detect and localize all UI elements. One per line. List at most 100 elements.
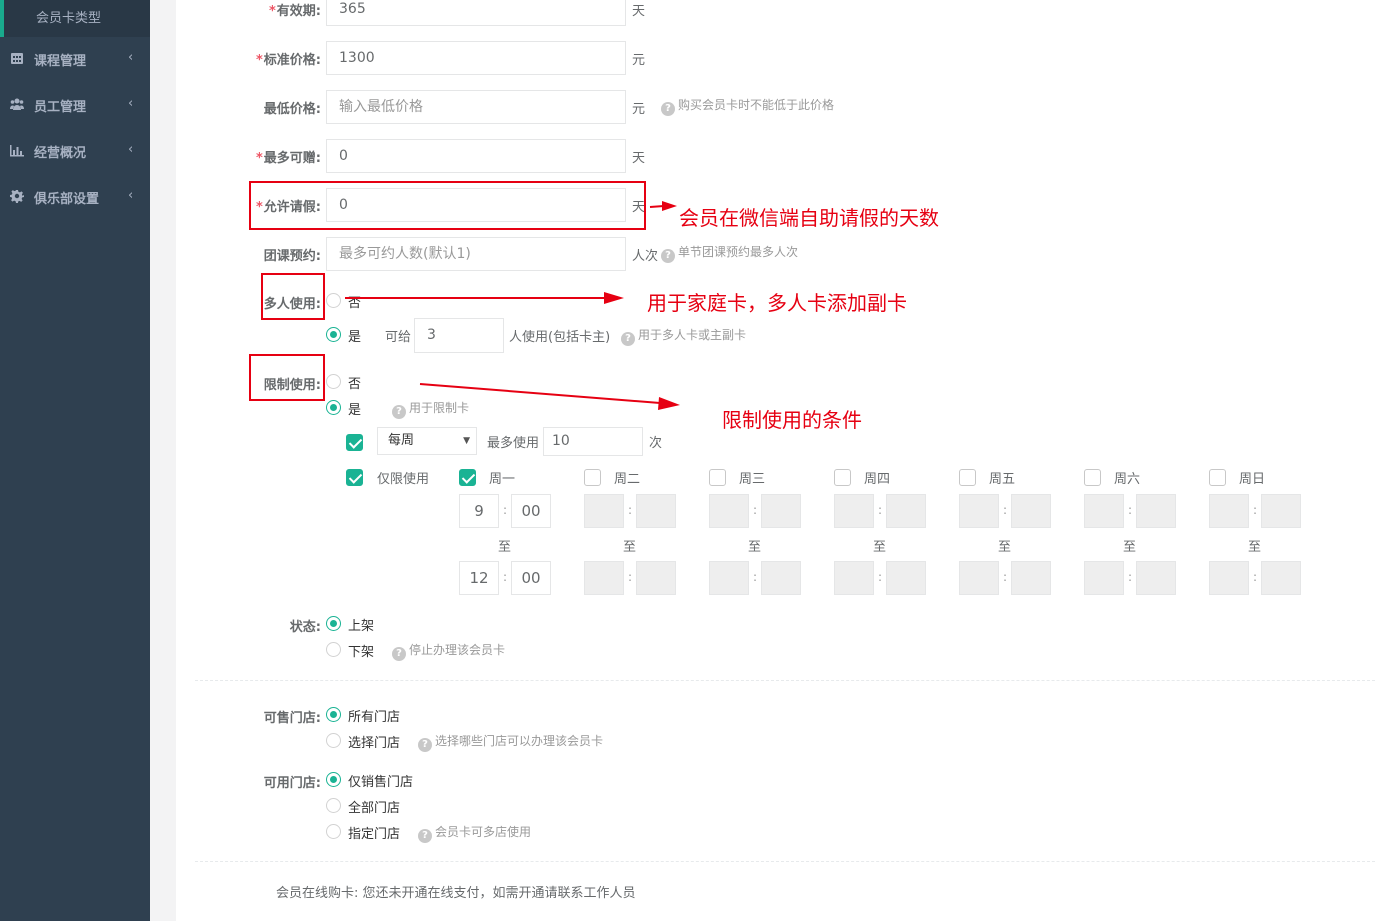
start-minute-input[interactable]: 00 (511, 494, 551, 528)
min-price-input[interactable]: 输入最低价格 (326, 90, 626, 124)
end-minute-input[interactable] (1261, 561, 1301, 595)
gear-icon (10, 190, 24, 203)
use-stores-specific-radio[interactable] (326, 824, 341, 839)
sale-stores-all-text: 所有门店 (348, 710, 401, 725)
question-icon: ? (392, 405, 406, 419)
sidebar-item-business[interactable]: 经营概况 ‹ (0, 136, 150, 166)
multi-user-give-label: 可给 (385, 330, 412, 345)
time-range-to-label: 至 (1248, 540, 1262, 555)
start-minute-input[interactable] (636, 494, 676, 528)
weekday-checkbox[interactable] (1209, 469, 1226, 486)
end-minute-input[interactable] (1011, 561, 1051, 595)
end-minute-input[interactable] (1136, 561, 1176, 595)
max-use-unit: 次 (649, 436, 663, 451)
end-minute-input[interactable] (761, 561, 801, 595)
only-days-checkbox[interactable] (346, 469, 363, 486)
status-off-radio[interactable] (326, 642, 341, 657)
standard-price-input[interactable]: 1300 (326, 41, 626, 75)
restrict-no-radio[interactable] (326, 374, 341, 389)
end-hour-input[interactable] (1209, 561, 1249, 595)
start-minute-input[interactable] (1261, 494, 1301, 528)
weekday-label: 周三 (739, 472, 766, 487)
time-separator: : (753, 503, 758, 517)
chevron-left-icon: ‹ (128, 96, 134, 111)
restrict-no-text: 否 (348, 377, 362, 392)
max-gift-input[interactable]: 0 (326, 139, 626, 173)
group-booking-help: ? 单节团课预约最多人次 (661, 244, 798, 263)
bar-chart-icon (10, 145, 24, 157)
multi-user-no-radio[interactable] (326, 293, 341, 308)
start-hour-input[interactable] (1084, 494, 1124, 528)
period-checkbox[interactable] (346, 434, 363, 451)
max-use-input[interactable]: 10 (543, 427, 643, 456)
multi-user-yes-text: 是 (348, 330, 362, 345)
group-booking-unit: 人次 (632, 249, 659, 264)
sidebar-item-courses[interactable]: 课程管理 ‹ (0, 44, 150, 74)
standard-price-label: *标准价格: (255, 53, 321, 68)
chevron-left-icon: ‹ (128, 50, 134, 65)
end-minute-input[interactable] (886, 561, 926, 595)
start-hour-input[interactable] (709, 494, 749, 528)
restrict-help: ? 用于限制卡 (392, 400, 469, 419)
end-hour-input[interactable] (959, 561, 999, 595)
start-hour-input[interactable] (834, 494, 874, 528)
time-separator: : (503, 503, 508, 517)
end-hour-input[interactable] (1084, 561, 1124, 595)
time-separator: : (1003, 503, 1008, 517)
start-hour-input[interactable] (584, 494, 624, 528)
start-minute-input[interactable] (761, 494, 801, 528)
end-hour-input[interactable] (834, 561, 874, 595)
end-hour-input[interactable] (709, 561, 749, 595)
group-booking-input[interactable]: 最多可约人数(默认1) (326, 237, 626, 271)
status-on-radio[interactable] (326, 616, 341, 631)
annotation-leave-note: 会员在微信端自助请假的天数 (679, 206, 939, 230)
validity-unit: 天 (632, 4, 646, 19)
max-use-label: 最多使用 (487, 436, 540, 451)
use-stores-all-radio[interactable] (326, 798, 341, 813)
time-range-to-label: 至 (1123, 540, 1137, 555)
sidebar-item-club-settings[interactable]: 俱乐部设置 ‹ (0, 182, 150, 212)
weekday-label: 周六 (1114, 472, 1141, 487)
max-gift-label: *最多可赠: (255, 151, 321, 166)
time-separator: : (503, 570, 508, 584)
start-hour-input[interactable] (1209, 494, 1249, 528)
time-separator: : (628, 503, 633, 517)
weekday-checkbox[interactable] (1084, 469, 1101, 486)
weekday-checkbox[interactable] (834, 469, 851, 486)
caret-down-icon: ▼ (463, 436, 470, 446)
start-minute-input[interactable] (1136, 494, 1176, 528)
sidebar-item-label: 经营概况 (34, 146, 87, 161)
sidebar-item-label: 员工管理 (34, 100, 87, 115)
start-hour-input[interactable] (959, 494, 999, 528)
period-select[interactable]: 每周 ▼ (377, 427, 477, 455)
use-stores-only-radio[interactable] (326, 772, 341, 787)
weekday-checkbox[interactable] (959, 469, 976, 486)
sale-stores-select-radio[interactable] (326, 733, 341, 748)
sidebar-item-staff[interactable]: 员工管理 ‹ (0, 90, 150, 120)
use-stores-all-text: 全部门店 (348, 801, 401, 816)
content-gutter (150, 0, 176, 921)
sale-stores-label: 可售门店: (263, 711, 321, 726)
weekday-label: 周日 (1239, 472, 1266, 487)
start-minute-input[interactable] (886, 494, 926, 528)
validity-input[interactable]: 365 (326, 0, 626, 26)
end-minute-input[interactable]: 00 (511, 561, 551, 595)
weekday-checkbox[interactable] (709, 469, 726, 486)
start-hour-input[interactable]: 9 (459, 494, 499, 528)
use-stores-label: 可用门店: (263, 776, 321, 791)
sidebar-item-membership-type[interactable]: 会员卡类型 (0, 0, 150, 37)
end-hour-input[interactable]: 12 (459, 561, 499, 595)
min-price-label: 最低价格: (263, 102, 321, 117)
group-booking-label: 团课预约: (263, 249, 321, 264)
multi-user-yes-radio[interactable] (326, 327, 341, 342)
end-minute-input[interactable] (636, 561, 676, 595)
weekday-checkbox[interactable] (584, 469, 601, 486)
restrict-yes-radio[interactable] (326, 400, 341, 415)
multi-user-count-input[interactable]: 3 (414, 318, 504, 353)
start-minute-input[interactable] (1011, 494, 1051, 528)
status-off-text: 下架 (348, 645, 375, 660)
end-hour-input[interactable] (584, 561, 624, 595)
weekday-checkbox[interactable] (459, 469, 476, 486)
question-icon: ? (661, 249, 675, 263)
sale-stores-all-radio[interactable] (326, 707, 341, 722)
